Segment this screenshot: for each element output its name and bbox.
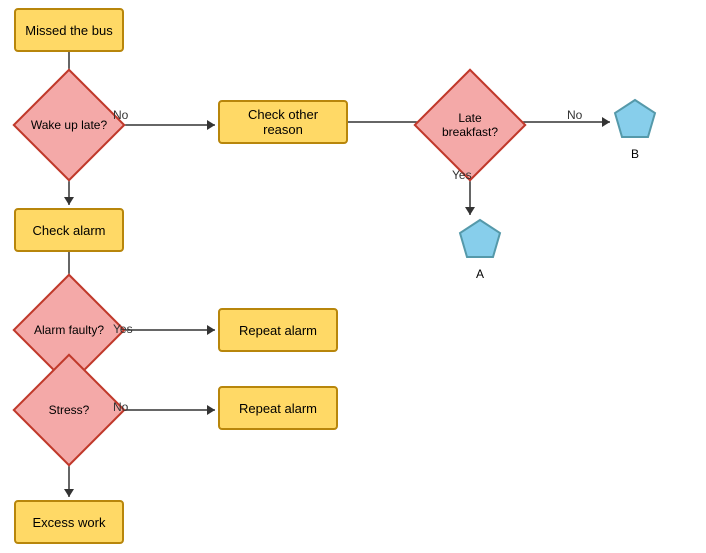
check-other-reason-node: Check other reason: [218, 100, 348, 144]
pentagon-a: A: [455, 215, 505, 281]
flowchart: Missed the bus Wake up late? Check other…: [0, 0, 706, 553]
pentagon-b: B: [610, 95, 660, 161]
repeat-alarm-1-node: Repeat alarm: [218, 308, 338, 352]
arrows-svg: [0, 0, 706, 553]
yes-late-label: Yes: [452, 168, 472, 182]
late-breakfast-diamond: Late breakfast?: [430, 85, 510, 165]
missed-bus-node: Missed the bus: [14, 8, 124, 52]
no-wake-label: No: [113, 108, 128, 122]
wake-up-late-diamond: Wake up late?: [29, 85, 109, 165]
no-stress-label: No: [113, 400, 128, 414]
excess-work-node: Excess work: [14, 500, 124, 544]
yes-alarm-label: Yes: [113, 322, 133, 336]
stress-diamond: Stress?: [29, 370, 109, 450]
check-alarm-node: Check alarm: [14, 208, 124, 252]
no-late-breakfast-label: No: [567, 108, 582, 122]
repeat-alarm-2-node: Repeat alarm: [218, 386, 338, 430]
